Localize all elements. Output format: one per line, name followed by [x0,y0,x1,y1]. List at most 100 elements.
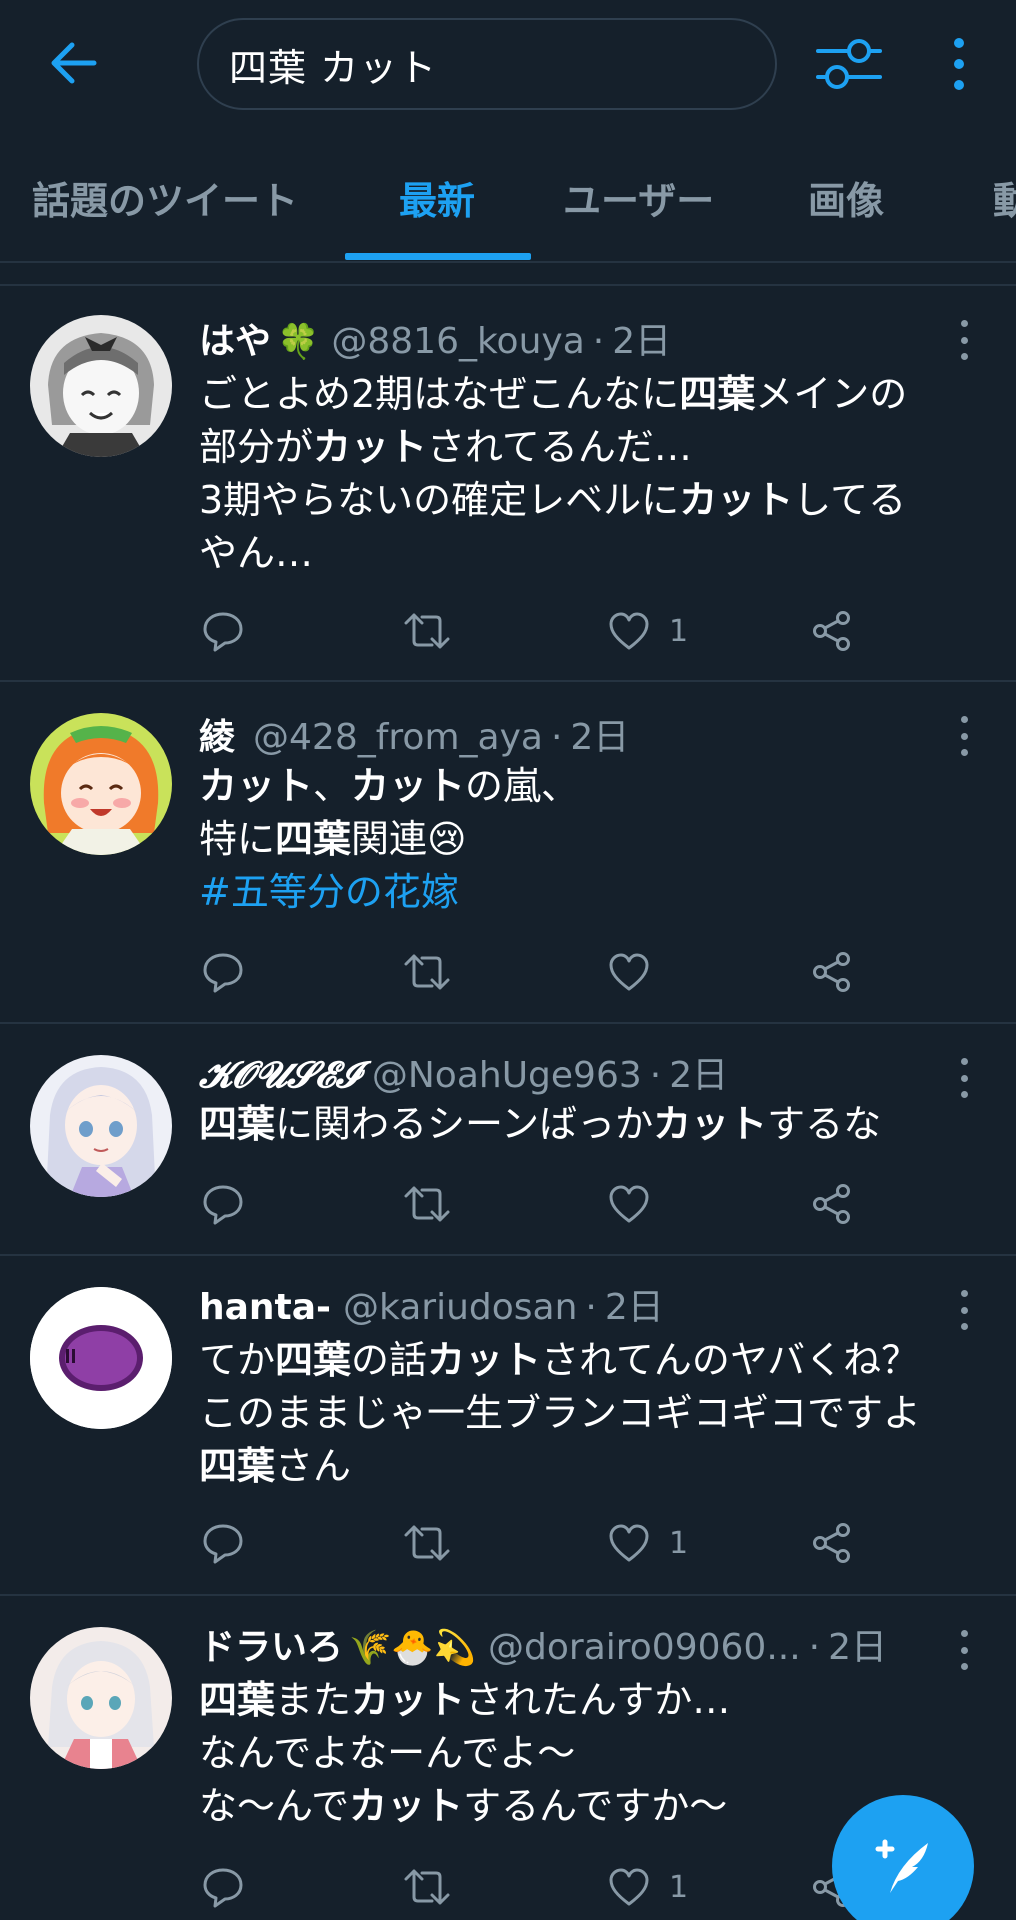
like-button[interactable]: 1 [607,1862,688,1912]
tab-images[interactable]: 画像 [808,170,884,225]
active-tab-indicator [345,253,531,260]
retweet-button[interactable] [402,1518,452,1568]
highlighted-term: 四葉 [275,817,352,861]
tweet-text-line: 特に四葉関連😢 [199,813,989,866]
avatar-image [30,1055,172,1197]
text-segment: されてんのヤバくね？ [541,1338,920,1382]
share-button[interactable] [810,1179,854,1229]
reply-button[interactable] [201,947,245,997]
avatar[interactable] [30,1287,172,1429]
like-button[interactable]: 1 [607,1518,688,1568]
like-button[interactable] [607,1179,669,1229]
tweet-time[interactable]: 2日 [828,1618,887,1670]
highlighted-term: 四葉 [275,1338,352,1382]
reply-button[interactable] [201,1862,245,1912]
tweet-time[interactable]: 2日 [612,312,671,364]
hashtag-link[interactable]: #五等分の花嫁 [199,870,459,914]
retweet-button[interactable] [402,1179,452,1229]
tweet-header: ドラいろ 🌾🐣💫 @dorairo09060... · 2日 [199,1618,887,1668]
tweet-menu-button[interactable] [956,1630,972,1670]
tweet-text: てか四葉の話カットされてんのヤバくね？ このままじゃ一生ブランコギコギコですよ 四葉… [199,1334,989,1493]
tweet-text-line: 四葉またカットされたんすか… [199,1674,989,1727]
tweet[interactable]: 綾 @428_from_aya · 2日 カット、カットの嵐、 特に四葉関連😢 #五… [0,682,1016,1024]
avatar[interactable] [30,1627,172,1769]
more-options-button[interactable] [942,34,976,94]
user-handle[interactable]: @NoahUge963 [372,1055,642,1096]
tweet[interactable]: はや 🍀 @8816_kouya · 2日 ごとよめ2期はなぜこんなに四葉メイン… [0,286,1016,682]
retweet-icon [404,613,450,649]
sliders-icon [816,39,882,89]
text-segment: やん… [199,531,314,575]
name-emoji: 🍀 [277,322,320,362]
tweet-menu-button[interactable] [956,1290,972,1330]
text-segment: に関わるシーンばっか [275,1102,654,1146]
search-tabs: 話題のツイート 最新 ユーザー 画像 動 [0,150,1016,262]
text-segment: 3期やらないの確定レベルに [199,478,680,522]
share-icon [813,1523,850,1563]
text-segment: さん [275,1444,352,1488]
back-button[interactable] [38,28,108,98]
tweet-menu-button[interactable] [956,1058,972,1098]
heart-icon [609,953,649,991]
share-button[interactable] [810,1518,854,1568]
search-filter-button[interactable] [812,34,886,94]
reply-button[interactable] [201,1518,245,1568]
retweet-button[interactable] [402,1862,452,1912]
tweet-actions: 1 [0,606,1016,656]
highlighted-term: 四葉 [679,372,756,416]
text-segment: 、 [313,764,352,808]
display-name[interactable]: ドラいろ [199,1618,343,1670]
display-name[interactable]: 𝓚𝓞𝓤𝓢𝓔𝓘 [199,1054,360,1097]
user-handle[interactable]: @dorairo09060... [488,1627,801,1668]
highlighted-term: 四葉 [199,1444,276,1488]
tab-videos[interactable]: 動 [993,170,1016,225]
tab-latest[interactable]: 最新 [399,170,475,225]
text-segment: 関連😢 [351,817,467,861]
text-segment: このままじゃ一生ブランコギコギコですよ [199,1391,922,1435]
tweet-text-line: 四葉に関わるシーンばっかカットするな [199,1098,989,1151]
tweet[interactable]: hanta- @kariudosan · 2日 てか四葉の話カットされてんのヤバ… [0,1256,1016,1596]
avatar[interactable] [30,713,172,855]
highlighted-term: カット [349,1784,464,1828]
search-input[interactable]: 四葉 カット [197,18,777,110]
display-name[interactable]: はや [199,312,271,364]
retweet-button[interactable] [402,947,452,997]
user-handle[interactable]: @kariudosan [343,1287,577,1328]
text-segment: メインの [755,372,908,416]
reply-button[interactable] [201,606,245,656]
tweet-text-line: #五等分の花嫁 [199,866,989,919]
avatar-image [30,1627,172,1769]
text-segment: 部分が [199,425,314,469]
highlighted-term: カット [427,1338,542,1382]
share-icon [813,611,850,651]
highlighted-term: カット [679,478,794,522]
highlighted-term: カット [351,1678,466,1722]
display-name[interactable]: hanta- [199,1287,331,1328]
tweet-menu-button[interactable] [956,320,972,360]
avatar[interactable] [30,315,172,457]
display-name[interactable]: 綾 [199,708,235,760]
separator-dot: · [649,1055,662,1096]
tweet-time[interactable]: 2日 [605,1278,664,1330]
retweet-button[interactable] [402,606,452,656]
share-button[interactable] [810,947,854,997]
user-handle[interactable]: @8816_kouya [331,321,584,362]
tab-users[interactable]: ユーザー [563,170,714,225]
tweet-time[interactable]: 2日 [570,708,629,760]
tweet-text-line: やん… [199,527,989,580]
highlighted-term: カット [351,764,466,808]
text-segment: してる [793,478,907,522]
retweet-icon [404,1869,450,1905]
retweet-icon [404,1525,450,1561]
reply-button[interactable] [201,1179,245,1229]
tab-top[interactable]: 話題のツイート [32,170,298,225]
user-handle[interactable]: @428_from_aya [253,717,543,758]
share-button[interactable] [810,606,854,656]
tweet-menu-button[interactable] [956,716,972,756]
tweet[interactable]: 𝓚𝓞𝓤𝓢𝓔𝓘 @NoahUge963 · 2日 四葉に関わるシーンばっかカットす… [0,1024,1016,1256]
like-button[interactable] [607,947,669,997]
tweet-time[interactable]: 2日 [669,1046,728,1098]
avatar[interactable] [30,1055,172,1197]
text-segment: なんでよなーんでよ〜 [199,1731,576,1775]
like-button[interactable]: 1 [607,606,688,656]
